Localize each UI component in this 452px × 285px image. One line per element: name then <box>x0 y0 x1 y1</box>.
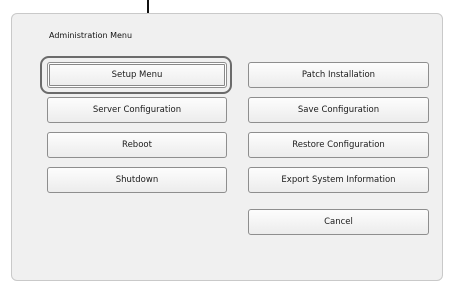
save-configuration-button[interactable]: Save Configuration <box>248 97 429 123</box>
menu-title: Administration Menu <box>49 31 133 40</box>
shutdown-button[interactable]: Shutdown <box>47 167 227 193</box>
export-system-information-button[interactable]: Export System Information <box>248 167 429 193</box>
server-configuration-button[interactable]: Server Configuration <box>47 97 227 123</box>
cancel-button[interactable]: Cancel <box>248 209 429 235</box>
restore-configuration-button[interactable]: Restore Configuration <box>248 132 429 158</box>
setup-menu-button[interactable]: Setup Menu <box>47 62 227 88</box>
reboot-button[interactable]: Reboot <box>47 132 227 158</box>
patch-installation-button[interactable]: Patch Installation <box>248 62 429 88</box>
